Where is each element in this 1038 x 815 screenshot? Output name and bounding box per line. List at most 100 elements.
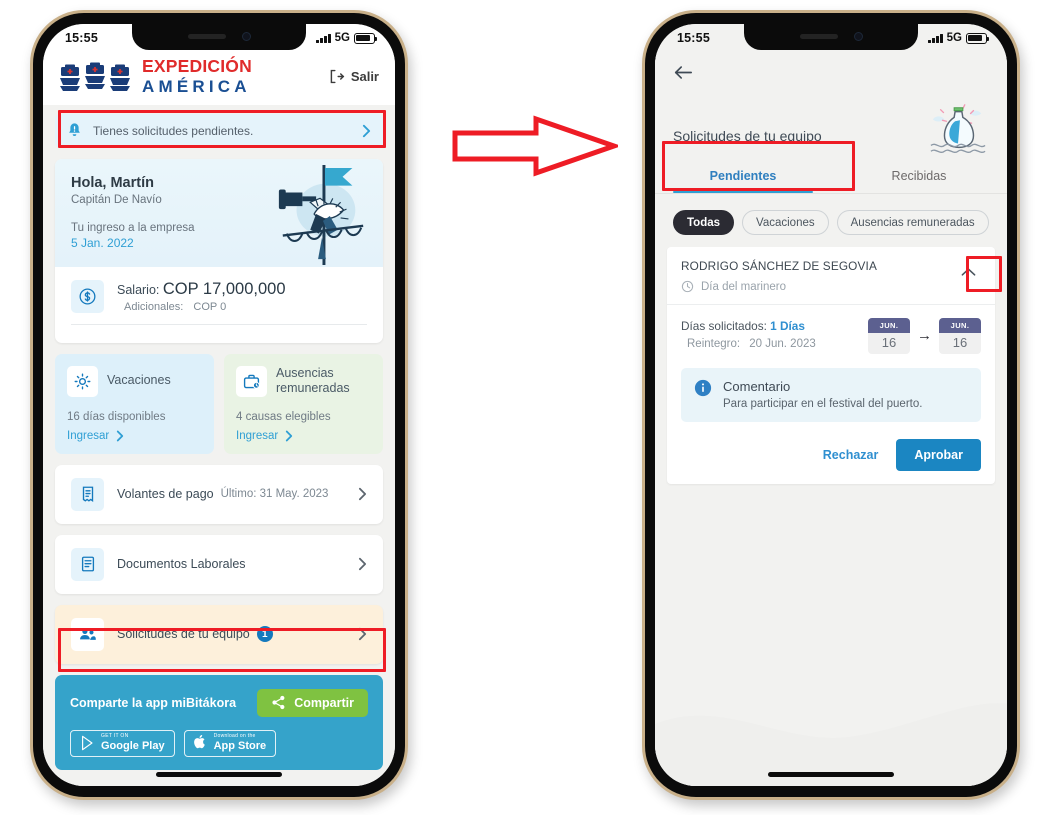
battery-icon xyxy=(966,32,989,44)
phone-left: 15:55 5G EXPEDICIÓN AMÉRICA Salir Tienes… xyxy=(30,10,408,800)
app-store-badge[interactable]: Download on the App Store xyxy=(183,729,277,757)
return-line: Reintegro: 20 Jun. 2023 xyxy=(681,338,816,350)
team-requests-screen: Solicitudes de tu equipo Pendientes Reci… xyxy=(655,52,1007,786)
status-indicators: 5G xyxy=(928,32,989,44)
profile-hero: Hola, Martín Capitán De Navío Tu ingreso… xyxy=(55,158,383,267)
logout-label: Salir xyxy=(350,68,379,84)
return-label: Reintegro: xyxy=(687,338,741,350)
date-from-chip: JUN. 16 xyxy=(868,318,910,354)
row-documents[interactable]: Documentos Laborales xyxy=(55,534,383,594)
share-button-label: Compartir xyxy=(294,695,354,710)
request-type: Día del marinero xyxy=(701,280,787,293)
tile-vacaciones[interactable]: Vacaciones 16 días disponibles Ingresar xyxy=(55,353,214,454)
app-header: EXPEDICIÓN AMÉRICA Salir xyxy=(43,52,395,105)
comment-text-block: Comentario Para participar en el festiva… xyxy=(723,379,922,410)
page-title-row: Solicitudes de tu equipo xyxy=(655,84,1007,158)
share-app-card: Comparte la app miBitákora Compartir GET… xyxy=(55,674,383,770)
document-icon xyxy=(71,547,104,581)
salary-line: Salario: COP 17,000,000 xyxy=(117,280,286,299)
flow-arrow xyxy=(452,112,622,185)
row-content: Documentos Laborales xyxy=(55,535,383,594)
chip-vacaciones[interactable]: Vacaciones xyxy=(742,210,829,235)
collapse-toggle[interactable] xyxy=(955,259,981,285)
chip-todas[interactable]: Todas xyxy=(673,210,735,235)
network-label: 5G xyxy=(946,32,962,44)
brand-line1: EXPEDICIÓN xyxy=(142,56,252,76)
reject-button[interactable]: Rechazar xyxy=(819,441,883,469)
google-play-badge[interactable]: GET IT ON Google Play xyxy=(70,729,175,757)
chip-ausencias-remuneradas[interactable]: Ausencias remuneradas xyxy=(836,210,989,235)
request-summary-text: Días solicitados: 1 Días Reintegro: 20 J… xyxy=(681,318,816,350)
salary-label: Salario: xyxy=(117,282,160,297)
salary-text: Salario: COP 17,000,000 Adicionales: COP… xyxy=(117,280,286,313)
benefit-tiles: Vacaciones 16 días disponibles Ingresar xyxy=(55,353,383,454)
home-indicator xyxy=(156,772,282,777)
tile-title: Ausencias remuneradas xyxy=(276,365,350,395)
salary-row: Salario: COP 17,000,000 Adicionales: COP… xyxy=(55,267,383,322)
approve-button[interactable]: Aprobar xyxy=(896,438,981,471)
extra-amount: COP 0 xyxy=(193,300,227,313)
back-button[interactable] xyxy=(673,60,697,84)
bell-icon xyxy=(69,123,80,137)
store-small: Download on the xyxy=(213,733,256,740)
request-body: Días solicitados: 1 Días Reintegro: 20 J… xyxy=(667,305,995,484)
tile-header: Vacaciones xyxy=(67,365,202,397)
share-title: Comparte la app miBitákora xyxy=(70,695,237,710)
tab-recibidas[interactable]: Recibidas xyxy=(831,158,1007,193)
row-team-requests[interactable]: Solicitudes de tu equipo 1 xyxy=(55,604,383,664)
row-title: Solicitudes de tu equipo xyxy=(117,627,250,641)
chevron-right-icon xyxy=(358,557,367,571)
profile-card: Hola, Martín Capitán De Navío Tu ingreso… xyxy=(55,158,383,343)
logout-button[interactable]: Salir xyxy=(328,68,379,85)
tile-link-vacaciones[interactable]: Ingresar xyxy=(67,430,202,442)
row-payslips[interactable]: Volantes de pago Último: 31 May. 2023 xyxy=(55,464,383,524)
pending-requests-banner[interactable]: Tienes solicitudes pendientes. xyxy=(55,113,383,148)
date-from-day: 16 xyxy=(881,334,897,350)
three-ships-logo xyxy=(60,62,130,92)
share-button[interactable]: Compartir xyxy=(257,688,368,717)
tile-link-label: Ingresar xyxy=(236,429,279,442)
clock-icon xyxy=(681,280,694,293)
comment-title: Comentario xyxy=(723,378,791,394)
request-type-row: Día del marinero xyxy=(681,280,955,293)
earpiece-speaker xyxy=(187,34,226,39)
row-label: Documentos Laborales xyxy=(117,557,345,571)
front-camera xyxy=(241,32,251,41)
share-top: Comparte la app miBitákora Compartir xyxy=(70,688,368,717)
return-value: 20 Jun. 2023 xyxy=(749,338,816,350)
row-label: Solicitudes de tu equipo 1 xyxy=(117,626,345,642)
tile-link-ausencias[interactable]: Ingresar xyxy=(236,430,371,442)
extra-label: Adicionales: xyxy=(124,300,184,313)
team-icon xyxy=(71,617,104,651)
page-title: Solicitudes de tu equipo xyxy=(673,128,822,144)
earpiece-speaker xyxy=(799,34,838,39)
home-scroll-body[interactable]: Tienes solicitudes pendientes. Hola, Mar… xyxy=(43,104,395,786)
days-value: 1 Días xyxy=(770,319,805,333)
nav-bar xyxy=(655,52,1007,84)
tab-pendientes[interactable]: Pendientes xyxy=(655,158,831,193)
document-glyph xyxy=(81,556,94,572)
request-header[interactable]: RODRIGO SÁNCHEZ DE SEGOVIA Día del marin… xyxy=(667,247,995,305)
store-badges: GET IT ON Google Play Download on the Ap… xyxy=(70,729,368,757)
date-to-day: 16 xyxy=(952,334,968,350)
comment-body: Para participar en el festival del puert… xyxy=(723,397,923,410)
payslip-icon xyxy=(71,477,104,511)
chevron-right-icon xyxy=(358,627,367,641)
brand-text: EXPEDICIÓN AMÉRICA xyxy=(142,56,252,94)
phone-left-screen: 15:55 5G EXPEDICIÓN AMÉRICA Salir Tienes… xyxy=(43,24,395,786)
employee-name: RODRIGO SÁNCHEZ DE SEGOVIA xyxy=(681,259,877,273)
brand: EXPEDICIÓN AMÉRICA xyxy=(59,56,252,95)
flow-arrow-shape xyxy=(452,115,622,177)
battery-icon xyxy=(354,32,377,44)
tile-ausencias[interactable]: Ausencias remuneradas 4 causas elegibles… xyxy=(224,353,383,454)
notch xyxy=(744,24,918,50)
dollar-circle-icon xyxy=(71,279,104,313)
team-glyph xyxy=(80,628,96,640)
request-summary-row: Días solicitados: 1 Días Reintegro: 20 J… xyxy=(681,318,981,354)
google-play-icon xyxy=(82,735,93,751)
row-content: Solicitudes de tu equipo 1 xyxy=(55,605,383,664)
notch xyxy=(132,24,306,50)
back-arrow-icon xyxy=(674,65,692,79)
briefcase-glyph xyxy=(243,374,260,389)
filter-chips: Todas Vacaciones Ausencias remuneradas xyxy=(655,194,1007,247)
